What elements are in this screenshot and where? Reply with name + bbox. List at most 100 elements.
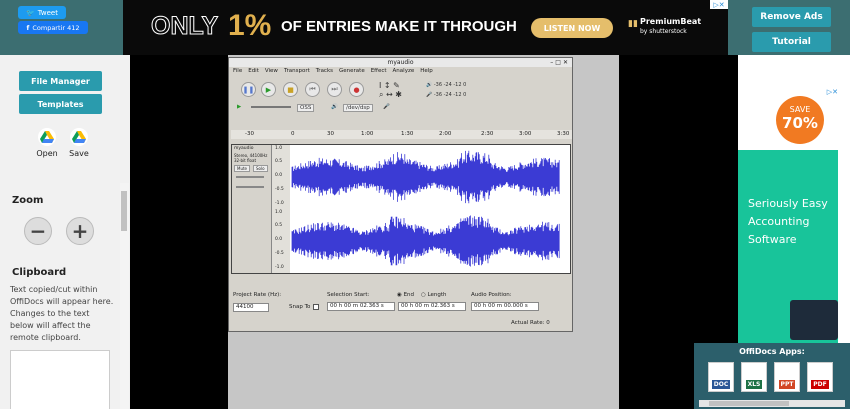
file-manager-button[interactable]: File Manager xyxy=(19,71,102,91)
end-label: End xyxy=(403,292,415,298)
snap-to-label: Snap To xyxy=(289,304,311,310)
timeline-tick: 30 xyxy=(327,131,334,137)
audio-position-field[interactable]: 00 h 00 m 00.000 s xyxy=(471,302,539,311)
templates-button[interactable]: Templates xyxy=(19,94,102,114)
menu-view[interactable]: View xyxy=(265,67,278,76)
menu-file[interactable]: File xyxy=(233,67,242,76)
device-toolbar: ▶ OSS 🔊 /dev/dsp 🎤 xyxy=(231,104,572,116)
ad-close-icon[interactable]: ▷✕ xyxy=(710,0,728,9)
selection-start-field[interactable]: 00 h 00 m 02.363 s xyxy=(327,302,395,311)
ad-choices-icon[interactable]: ▷✕ xyxy=(827,88,838,96)
selection-start-label: Selection Start: xyxy=(327,292,370,298)
brand-name: PremiumBeat xyxy=(640,17,702,26)
solo-button[interactable]: Solo xyxy=(253,165,268,172)
apps-title: OffiDocs Apps: xyxy=(739,347,805,356)
menu-help[interactable]: Help xyxy=(420,67,433,76)
left-panel: File Manager Templates Open Save Zoom − … xyxy=(0,55,130,409)
selection-end-field[interactable]: 00 h 00 m 02.363 s xyxy=(398,302,466,311)
gain-slider[interactable] xyxy=(236,176,264,178)
ad-only-text: ONLY xyxy=(150,12,219,41)
equalizer-icon: ▮▮ xyxy=(628,19,638,29)
timeline-ruler[interactable]: -30 0 30 1:00 1:30 2:00 2:30 3:00 3:30 xyxy=(231,130,572,139)
doc-app-button[interactable]: DOC xyxy=(708,362,734,392)
ppt-app-button[interactable]: PPT xyxy=(774,362,800,392)
end-radio[interactable]: ◉ End xyxy=(397,292,414,298)
pause-icon[interactable]: ❚❚ xyxy=(241,82,256,97)
audacity-window[interactable]: myaudio –□✕ File Edit View Transport Tra… xyxy=(228,57,573,332)
save-badge-label: SAVE xyxy=(789,105,811,114)
playback-meter[interactable]: 🔊 -36 -24 -12 0 xyxy=(426,82,466,88)
ad-percent-text: 1% xyxy=(228,9,272,42)
menu-edit[interactable]: Edit xyxy=(248,67,259,76)
timeline-tick: 1:00 xyxy=(361,131,374,137)
timeline-tick: 3:00 xyxy=(519,131,532,137)
speed-slider[interactable] xyxy=(251,106,291,108)
zoom-out-button[interactable]: − xyxy=(24,217,52,245)
accounting-ad-text: Seriously Easy Accounting Software xyxy=(748,197,828,246)
ruler-tick: -1.0 xyxy=(275,201,284,206)
facebook-icon: f xyxy=(26,23,30,32)
apps-scrollbar[interactable] xyxy=(699,400,845,407)
audio-host-select[interactable]: OSS xyxy=(297,104,315,112)
record-meter[interactable]: 🎤 -36 -24 -12 0 xyxy=(426,92,466,98)
length-radio[interactable]: ○ Length xyxy=(421,292,447,298)
snap-to-checkbox[interactable] xyxy=(313,304,319,310)
ad-headline: OF ENTRIES MAKE IT THROUGH xyxy=(281,18,517,35)
tweet-button[interactable]: 🐦 Tweet xyxy=(18,6,66,19)
left-panel-scrollbar[interactable] xyxy=(120,183,129,409)
play-at-speed-icon[interactable]: ▶ xyxy=(237,104,241,110)
xls-app-button[interactable]: XLS xyxy=(741,362,767,392)
clipboard-textarea[interactable] xyxy=(10,350,110,409)
menu-analyze[interactable]: Analyze xyxy=(393,67,415,76)
track-control-panel[interactable]: myaudio Stereo, 44100Hz 32-bit float Mut… xyxy=(232,145,272,273)
window-title: myaudio xyxy=(387,59,414,66)
offidocs-apps-panel: OffiDocs Apps: DOC XLS PPT PDF xyxy=(694,343,850,409)
save-drive-button[interactable]: Save xyxy=(64,128,94,158)
listen-now-button[interactable]: LISTEN NOW xyxy=(531,18,613,38)
menu-generate[interactable]: Generate xyxy=(339,67,365,76)
play-icon[interactable]: ▶ xyxy=(261,82,276,97)
meter-right-scale: -36 -24 -12 0 xyxy=(433,92,467,98)
skip-start-icon[interactable]: ⏮ xyxy=(305,82,320,97)
menu-tracks[interactable]: Tracks xyxy=(316,67,333,76)
waveform-right-channel[interactable] xyxy=(290,210,570,272)
record-icon[interactable]: ● xyxy=(349,82,364,97)
menu-transport[interactable]: Transport xyxy=(284,67,310,76)
open-drive-button[interactable]: Open xyxy=(32,128,62,158)
project-rate-select[interactable]: 44100 xyxy=(233,303,269,312)
tweet-label: Tweet xyxy=(37,8,58,17)
window-titlebar[interactable]: myaudio –□✕ xyxy=(229,58,572,67)
pdf-app-button[interactable]: PDF xyxy=(807,362,833,392)
transport-toolbar: ❚❚ ▶ ■ ⏮ ⏭ ● I ↕ ✎ ⌕ ↔ ✱ 🔊 -36 -24 -12 0 … xyxy=(231,80,572,104)
ruler-tick: 0.5 xyxy=(275,159,283,164)
timeline-tick: -30 xyxy=(245,131,254,137)
share-label: Compartir 412 xyxy=(32,23,80,32)
output-device-select[interactable]: /dev/dsp xyxy=(343,104,373,112)
pan-slider[interactable] xyxy=(236,186,264,188)
menu-effect[interactable]: Effect xyxy=(371,67,387,76)
tools-icon[interactable]: I ↕ ✎ ⌕ ↔ ✱ xyxy=(379,81,402,100)
mute-button[interactable]: Mute xyxy=(234,165,251,172)
ruler-tick: 1.0 xyxy=(275,210,283,215)
timeline-tick: 2:00 xyxy=(439,131,452,137)
accounting-ad[interactable]: Seriously Easy Accounting Software xyxy=(738,150,838,343)
save-label: Save xyxy=(69,149,89,158)
top-bar: 🐦 Tweet f Compartir 412 ONLY 1% OF ENTRI… xyxy=(0,0,850,55)
stop-icon[interactable]: ■ xyxy=(283,82,298,97)
track-format: 32-bit float xyxy=(234,158,257,163)
track-name[interactable]: myaudio xyxy=(234,146,254,151)
ad-banner[interactable]: ONLY 1% OF ENTRIES MAKE IT THROUGH LISTE… xyxy=(123,0,728,55)
window-controls-icon[interactable]: –□✕ xyxy=(550,58,570,67)
length-label: Length xyxy=(427,292,447,298)
zoom-in-button[interactable]: + xyxy=(66,217,94,245)
google-drive-icon xyxy=(38,128,56,146)
waveform-left-channel[interactable] xyxy=(290,146,570,208)
actual-rate-status: Actual Rate: 0 xyxy=(511,320,550,326)
track-area[interactable]: myaudio Stereo, 44100Hz 32-bit float Mut… xyxy=(231,144,571,274)
remove-ads-button[interactable]: Remove Ads xyxy=(752,7,831,27)
tutorial-button[interactable]: Tutorial xyxy=(752,32,831,52)
skip-end-icon[interactable]: ⏭ xyxy=(327,82,342,97)
ruler-tick: -1.0 xyxy=(275,265,284,270)
facebook-share-button[interactable]: f Compartir 412 xyxy=(18,21,88,34)
clipboard-description: Text copied/cut within OffiDocs will app… xyxy=(10,285,114,342)
